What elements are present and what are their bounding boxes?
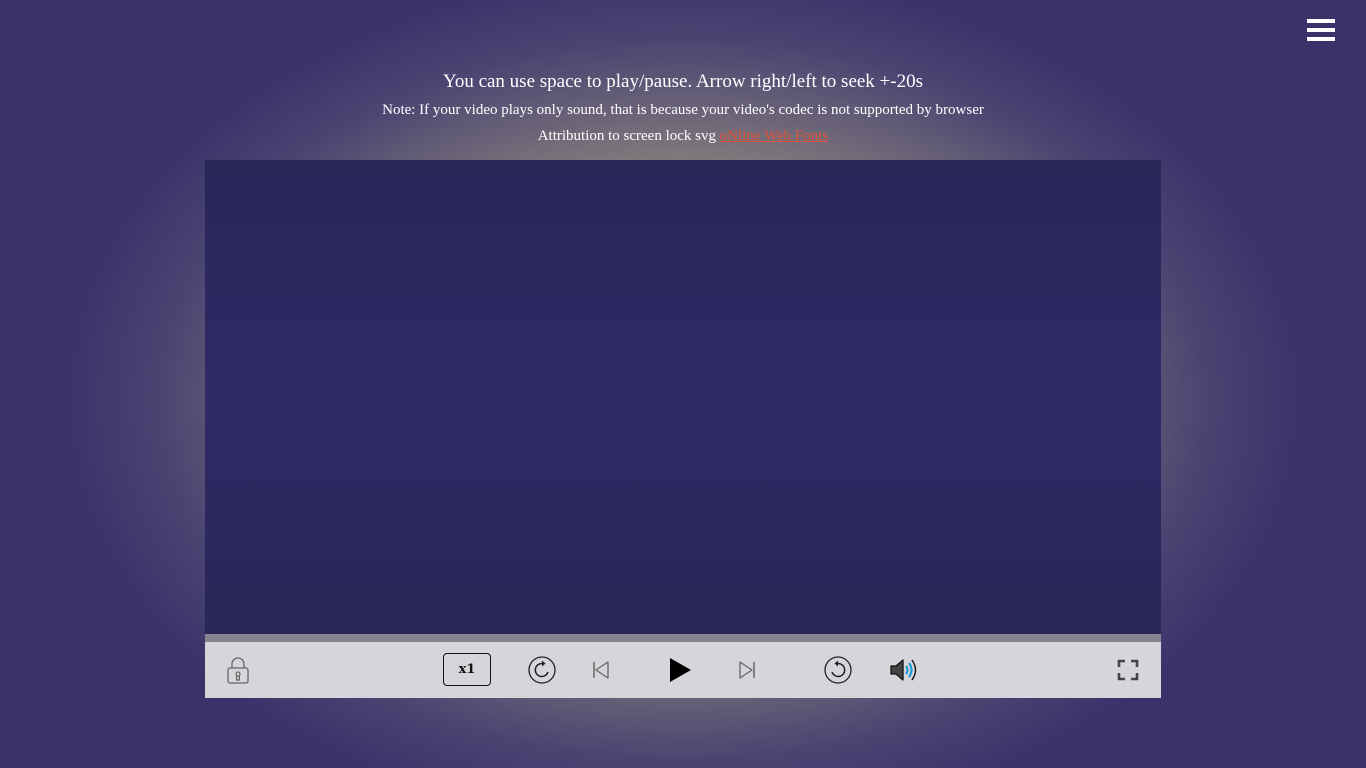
fullscreen-button[interactable] — [1115, 642, 1141, 698]
playback-speed-button[interactable]: x1 — [443, 653, 491, 686]
attribution-text: Attribution to screen lock svg — [537, 128, 717, 144]
codec-note: Note: If your video plays only sound, th… — [382, 102, 984, 118]
skip-next-icon — [739, 661, 755, 679]
play-button[interactable] — [666, 642, 694, 698]
menu-button[interactable] — [1307, 19, 1335, 45]
forward-button[interactable] — [822, 642, 854, 698]
rewind-icon — [528, 656, 556, 684]
control-bar: x1 — [205, 642, 1161, 698]
skip-previous-icon — [593, 661, 609, 679]
previous-button[interactable] — [589, 642, 613, 698]
volume-button[interactable] — [887, 642, 919, 698]
hamburger-menu-icon — [1307, 19, 1335, 23]
lock-icon — [227, 657, 249, 684]
fullscreen-icon — [1117, 659, 1139, 681]
attribution: Attribution to screen lock svg oNline We… — [0, 126, 1366, 146]
volume-icon — [890, 659, 917, 681]
progress-bar[interactable] — [205, 634, 1161, 642]
next-button[interactable] — [735, 642, 759, 698]
rewind-button[interactable] — [526, 642, 558, 698]
video-screen[interactable] — [205, 160, 1161, 634]
instructions-panel: You can use space to play/pause. Arrow r… — [0, 70, 1366, 146]
attribution-link[interactable]: oNline Web Fonts — [720, 128, 829, 144]
keyboard-instructions: You can use space to play/pause. Arrow r… — [443, 71, 923, 92]
screen-lock-button[interactable] — [223, 642, 253, 698]
play-icon — [670, 658, 691, 682]
video-player: x1 — [205, 160, 1161, 698]
forward-icon — [824, 656, 852, 684]
